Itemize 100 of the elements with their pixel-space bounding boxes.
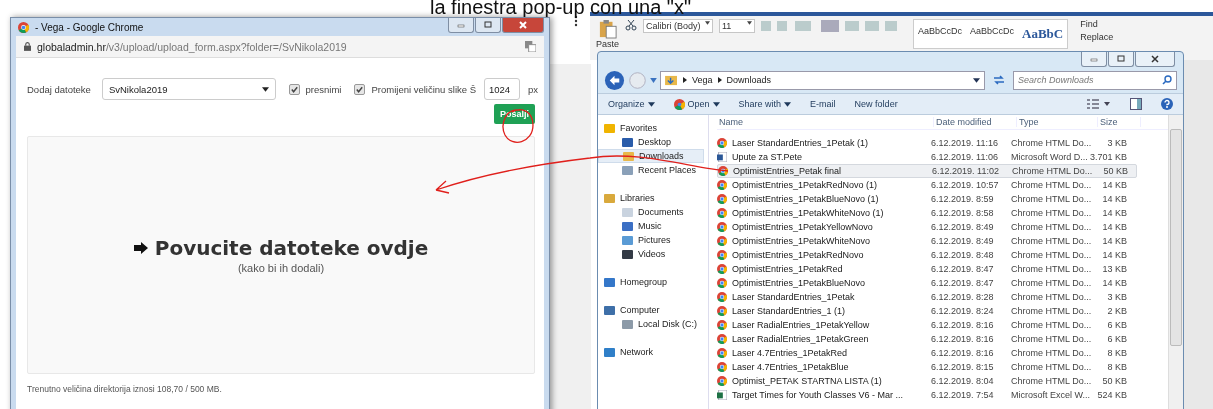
date-cell-text: 6.12.2019. 8:58 xyxy=(931,208,995,218)
file-row[interactable]: OptimistEntries_1PetakYellowNovo 6.12.2019. 8:49 Chrome HTML Do... 14 KB xyxy=(717,220,1135,234)
nav-item[interactable]: Documents xyxy=(598,205,704,219)
date-cell-text: 6.12.2019. 8:48 xyxy=(931,250,995,260)
chrome-icon xyxy=(717,334,727,344)
file-row[interactable]: Laser RadialEntries_1PetakGreen 6.12.2019. 8:16 Chrome HTML Do... 6 KB xyxy=(717,332,1135,346)
preview-pane-icon[interactable] xyxy=(1130,98,1142,110)
file-name: Laser RadialEntries_1PetakGreen xyxy=(732,334,869,344)
toolbar-button[interactable]: Share with xyxy=(738,99,792,109)
file-row[interactable]: OptimistEntries_1PetakBlueNovo 6.12.2019. 8:47 Chrome HTML Do... 14 KB xyxy=(717,276,1135,290)
checkbox-label: presnimi xyxy=(305,83,342,95)
date-cell-text: 6.12.2019. 8:59 xyxy=(931,194,995,204)
file-row[interactable]: Laser 4.7Entries_1PetakRed 6.12.2019. 8:16 Chrome HTML Do... 8 KB xyxy=(717,346,1135,360)
nav-item[interactable]: Pictures xyxy=(598,233,704,247)
checkbox[interactable] xyxy=(288,83,300,95)
nav-group[interactable]: Network xyxy=(598,345,708,359)
toolbar-button[interactable]: New folder xyxy=(854,99,898,109)
checkbox-label: Promijeni veličinu slike Š xyxy=(371,83,476,95)
file-name: OptimistEntries_1PetakYellowNovo xyxy=(732,222,873,232)
find-button[interactable]: Find xyxy=(1080,19,1114,29)
close-icon xyxy=(1150,55,1160,63)
nav-item[interactable]: Local Disk (C:) xyxy=(598,317,704,331)
font-name-field[interactable]: Calibri (Body) xyxy=(643,19,713,33)
font-size-field[interactable]: 11 xyxy=(719,19,755,33)
caret-icon xyxy=(747,21,752,25)
file-row[interactable]: OptimistEntries_1PetakBlueNovo (1) 6.12.2019. 8:59 Chrome HTML Do... 14 KB xyxy=(717,192,1135,206)
column-header[interactable]: Name xyxy=(717,117,934,127)
chrome-icon xyxy=(717,306,727,316)
folder-select[interactable]: SvNikola2019 xyxy=(101,78,276,100)
minimize-button[interactable] xyxy=(1081,52,1107,67)
address-bar[interactable]: globaladmin.hr/v3/upload/upload_form.aspx?folder=/SvNikola2019 xyxy=(16,36,544,58)
file-row[interactable]: OptimistEntries_1PetakRedNovo (1) 6.12.2019. 10:57 Chrome HTML Do... 14 KB xyxy=(717,178,1135,192)
date-cell-text: 6.12.2019. 8:28 xyxy=(931,292,995,302)
nav-item[interactable]: Music xyxy=(598,219,704,233)
caret-icon xyxy=(784,101,792,107)
file-name: OptimistEntries_1PetakWhiteNovo xyxy=(732,236,871,246)
date-cell-text: 6.12.2019. 8:16 xyxy=(931,348,995,358)
file-row[interactable]: Laser StandardEntries_1 (1) 6.12.2019. 8:24 Chrome HTML Do... 2 KB xyxy=(717,304,1135,318)
search-field[interactable]: Search Downloads xyxy=(1013,70,1177,90)
breadcrumb-item[interactable]: Vega xyxy=(692,75,713,85)
chrome-icon xyxy=(717,264,727,274)
maximize-button[interactable] xyxy=(1108,52,1134,67)
close-button[interactable] xyxy=(502,18,544,33)
file-row[interactable]: OptimistEntries_Petak final 6.12.2019. 11:02 Chrome HTML Do... 50 KB xyxy=(717,164,1137,178)
minimize-button[interactable] xyxy=(448,18,474,33)
date-cell-text: 6.12.2019. 11:16 xyxy=(931,138,999,148)
help-icon[interactable] xyxy=(1161,98,1173,110)
column-header[interactable]: Type xyxy=(1017,117,1098,127)
refresh-icon[interactable] xyxy=(992,74,1006,86)
file-row[interactable]: OptimistEntries_1PetakRedNovo 6.12.2019. 8:48 Chrome HTML Do... 14 KB xyxy=(717,248,1135,262)
translate-icon[interactable] xyxy=(525,41,536,52)
type-cell: Chrome HTML Do... xyxy=(1011,208,1089,218)
style-preview[interactable]: AaBbCcDc xyxy=(918,26,963,42)
lock-icon xyxy=(24,42,31,51)
nav-group[interactable]: Libraries xyxy=(598,191,708,205)
file-row[interactable]: Optimist_PETAK STARTNA LISTA (1) 6.12.2019. 8:04 Chrome HTML Do... 50 KB xyxy=(717,374,1135,388)
type-cell: Chrome HTML Do... xyxy=(1011,264,1089,274)
nav-item[interactable]: Downloads xyxy=(598,149,704,163)
date-cell-text: 6.12.2019. 8:47 xyxy=(931,278,995,288)
file-name: OptimistEntries_1PetakRed xyxy=(732,264,843,274)
scissors-icon[interactable] xyxy=(625,19,637,31)
column-header[interactable]: Date modified xyxy=(934,117,1017,127)
file-row[interactable]: OptimistEntries_1PetakRed 6.12.2019. 8:47 Chrome HTML Do... 13 KB xyxy=(717,262,1135,276)
toolbar-button[interactable]: Organize xyxy=(608,99,655,109)
file-row[interactable]: OptimistEntries_1PetakWhiteNovo (1) 6.12.2019. 8:58 Chrome HTML Do... 14 KB xyxy=(717,206,1135,220)
paste-button[interactable]: Paste xyxy=(596,39,619,49)
back-icon[interactable] xyxy=(604,69,625,91)
nav-item[interactable]: Recent Places xyxy=(598,163,704,177)
file-row[interactable]: Target Times for Youth Classes V6 - Mar ... 6.12.2019. 7:54 Microsoft Excel W... 524 KB xyxy=(717,388,1135,402)
file-row[interactable]: Laser RadialEntries_1PetakYellow 6.12.2019. 8:16 Chrome HTML Do... 6 KB xyxy=(717,318,1135,332)
toolbar-button[interactable]: E-mail xyxy=(810,99,836,109)
column-header[interactable]: Size xyxy=(1098,117,1141,127)
nav-group[interactable]: Homegroup xyxy=(598,275,708,289)
replace-button[interactable]: Replace xyxy=(1080,32,1114,42)
nav-item[interactable]: Desktop xyxy=(598,135,704,149)
file-name: Laser StandardEntries_1 (1) xyxy=(732,306,846,316)
maximize-button[interactable] xyxy=(475,18,501,33)
nav-group[interactable]: Computer xyxy=(598,303,708,317)
close-button[interactable] xyxy=(1135,52,1175,67)
style-preview[interactable]: AaBbC xyxy=(1022,26,1064,42)
width-field[interactable]: 1024 xyxy=(484,78,520,100)
style-preview[interactable]: AaBbCcDc xyxy=(970,26,1015,42)
address-bar[interactable]: Vega Downloads xyxy=(660,70,985,90)
drop-zone[interactable]: Povucite datoteke ovdje (kako bi ih dodali) xyxy=(27,136,535,374)
scrollbar[interactable] xyxy=(1168,115,1183,409)
clipboard-icon[interactable] xyxy=(598,19,617,39)
spreadsheet-icon xyxy=(717,390,727,400)
caret-icon[interactable] xyxy=(973,77,980,83)
view-icon[interactable] xyxy=(1087,98,1111,110)
nav-item[interactable]: Videos xyxy=(598,247,704,261)
file-row[interactable]: OptimistEntries_1PetakWhiteNovo 6.12.2019. 8:49 Chrome HTML Do... 14 KB xyxy=(717,234,1135,248)
nav-group[interactable]: Favorites xyxy=(598,121,708,135)
breadcrumb-item[interactable]: Downloads xyxy=(726,75,772,85)
toolbar-button[interactable]: Open xyxy=(673,98,720,110)
file-row[interactable]: Upute za ST.Pete 6.12.2019. 11:06 Microsoft Word D... 3.701 KB xyxy=(717,150,1135,164)
file-row[interactable]: Laser StandardEntries_1Petak 6.12.2019. 8:28 Chrome HTML Do... 3 KB xyxy=(717,290,1135,304)
file-row[interactable]: Laser StandardEntries_1Petak (1) 6.12.2019. 11:16 Chrome HTML Do... 3 KB xyxy=(717,136,1135,150)
maximize-icon xyxy=(483,21,493,29)
file-row[interactable]: Laser 4.7Entries_1PetakBlue 6.12.2019. 8:15 Chrome HTML Do... 8 KB xyxy=(717,360,1135,374)
checkbox[interactable] xyxy=(354,83,366,95)
